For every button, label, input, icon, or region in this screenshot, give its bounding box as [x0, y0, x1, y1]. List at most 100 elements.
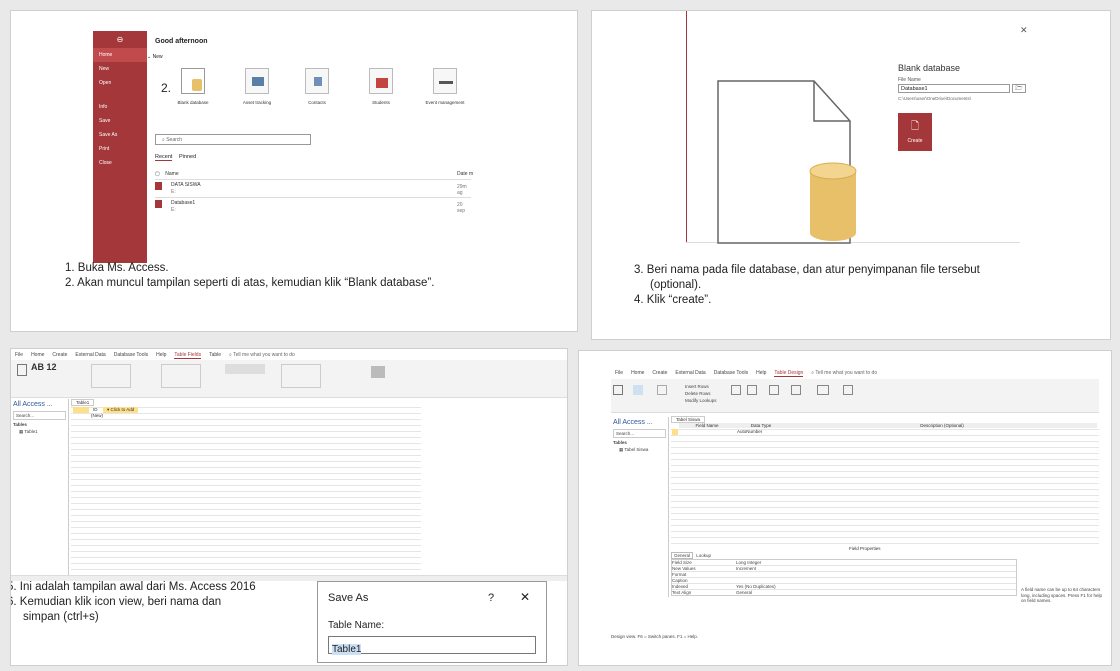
- table-name-label: Table Name:: [328, 620, 385, 631]
- template-event-management[interactable]: Event management: [419, 68, 471, 105]
- file-row[interactable]: Database1 E: 20 sep: [155, 200, 471, 214]
- template-students[interactable]: Students: [357, 68, 405, 105]
- menu-home[interactable]: Home: [631, 370, 644, 377]
- panel-blank-database: ✕ Blank database File Name Database1 🗁 C…: [591, 10, 1111, 340]
- divider: [155, 197, 471, 198]
- menu-external-data[interactable]: External Data: [675, 370, 705, 377]
- panel-open-access: ⊖ Home New Open Info Save Save As Print …: [10, 10, 578, 332]
- menu-bar: File Home Create External Data Database …: [15, 352, 295, 359]
- menu-create[interactable]: Create: [652, 370, 667, 377]
- relationships-icon[interactable]: [817, 385, 829, 395]
- menu-help[interactable]: Help: [756, 370, 766, 377]
- recent-tab[interactable]: Recent: [155, 154, 173, 161]
- rail-home[interactable]: Home: [93, 48, 147, 62]
- rail-open[interactable]: Open: [93, 76, 147, 90]
- panel-table-design: File Home Create External Data Database …: [578, 350, 1112, 666]
- menu-external-data[interactable]: External Data: [75, 352, 105, 359]
- nav-group-tables[interactable]: Tables: [11, 421, 68, 428]
- dialog-title: Blank database: [898, 63, 961, 73]
- access-file-icon: [155, 182, 162, 190]
- rail-save[interactable]: Save: [93, 114, 147, 128]
- nav-title[interactable]: All Access ...: [611, 417, 668, 428]
- rename-macro-icon[interactable]: [791, 385, 801, 395]
- view-icon[interactable]: [17, 364, 27, 376]
- instructions-5-6: 5. Ini adalah tampilan awal dari Ms. Acc…: [10, 581, 256, 623]
- file-list-header: ▢ Name: [155, 171, 179, 177]
- nav-search[interactable]: Search...: [613, 429, 666, 438]
- menu-file[interactable]: File: [15, 352, 23, 359]
- add-fields-group: [91, 364, 131, 388]
- new-record-cell[interactable]: (New): [91, 413, 103, 418]
- view-icon[interactable]: [613, 385, 623, 395]
- builder-icon[interactable]: [657, 385, 667, 395]
- property-row[interactable]: Text Align General: [672, 590, 1016, 595]
- help-button[interactable]: ?: [488, 592, 494, 604]
- file-name-label: File Name: [898, 77, 921, 83]
- menu-table[interactable]: Table: [209, 352, 221, 359]
- nav-title[interactable]: All Access ...: [11, 399, 68, 410]
- menu-home[interactable]: Home: [31, 352, 44, 359]
- table-name-input[interactable]: Table1: [328, 636, 536, 655]
- menu-bar: File Home Create External Data Database …: [615, 370, 877, 377]
- tab-general[interactable]: General: [671, 552, 694, 559]
- pinned-tab[interactable]: Pinned: [179, 154, 196, 160]
- search-input[interactable]: ⌕ Search: [155, 134, 311, 145]
- template-asset-tracking[interactable]: Asset tracking: [233, 68, 281, 105]
- column-data-type: Data Type: [735, 423, 787, 428]
- close-button[interactable]: ✕: [520, 590, 530, 604]
- object-dependencies-icon[interactable]: [843, 385, 853, 395]
- menu-database-tools[interactable]: Database Tools: [714, 370, 748, 377]
- row-commands[interactable]: Insert Rows Delete Rows Modify Lookups: [685, 383, 717, 404]
- backstage-rail: ⊖ Home New Open Info Save Save As Print …: [93, 31, 147, 263]
- dialog-title: Save As: [328, 592, 369, 604]
- ribbon: AB 12: [11, 360, 567, 398]
- column-id[interactable]: ID: [93, 407, 98, 412]
- browse-folder-button[interactable]: 🗁: [1012, 84, 1026, 93]
- file-row[interactable]: DATA SISWA E: 29m ag: [155, 182, 471, 196]
- template-blank-database[interactable]: Blank database: [169, 68, 217, 105]
- data-macros-icon[interactable]: [769, 385, 779, 395]
- field-name-hint: A field name can be up to 64 characters …: [1021, 587, 1103, 603]
- primary-key-row-selector[interactable]: [672, 429, 678, 435]
- short-text-icon[interactable]: AB 12: [31, 362, 57, 372]
- datasheet-grid[interactable]: [71, 407, 421, 575]
- property-sheet-icon[interactable]: [731, 385, 741, 395]
- nav-item-table1[interactable]: ▦ Table1: [11, 428, 68, 436]
- nav-item-tabel-siswa[interactable]: ▦ Tabel Siswa: [611, 446, 668, 454]
- file-name-input[interactable]: Database1: [898, 84, 1010, 93]
- tab-tabel-siswa[interactable]: Tabel Siswa: [671, 416, 706, 423]
- rail-info[interactable]: Info: [93, 100, 147, 114]
- nav-group-tables[interactable]: Tables: [611, 439, 668, 446]
- close-icon[interactable]: ✕: [1020, 25, 1028, 36]
- design-grid[interactable]: [671, 429, 1099, 547]
- panel-table-datasheet: File Home Create External Data Database …: [10, 348, 568, 666]
- tab-lookup[interactable]: Lookup: [694, 553, 713, 558]
- menu-table-design[interactable]: Table Design: [774, 370, 804, 377]
- nav-search[interactable]: Search...: [13, 411, 66, 420]
- first-data-type-cell[interactable]: AutoNumber: [737, 429, 762, 434]
- validation-icon[interactable]: [371, 366, 385, 378]
- menu-table-fields[interactable]: Table Fields: [174, 352, 202, 359]
- back-arrow-icon[interactable]: ⊖: [93, 31, 147, 48]
- indexes-icon[interactable]: [747, 385, 757, 395]
- column-click-to-add[interactable]: ▾ Click to Add: [103, 407, 139, 413]
- rail-save-as[interactable]: Save As: [93, 128, 147, 142]
- menu-file[interactable]: File: [615, 370, 623, 377]
- create-button[interactable]: 🗋 Create: [898, 113, 932, 151]
- row-selector[interactable]: [73, 407, 89, 413]
- menu-database-tools[interactable]: Database Tools: [114, 352, 148, 359]
- menu-help[interactable]: Help: [156, 352, 166, 359]
- primary-key-icon[interactable]: [633, 385, 643, 395]
- rail-new[interactable]: New: [93, 62, 147, 76]
- rail-print[interactable]: Print: [93, 142, 147, 156]
- tell-me-box[interactable]: ⌕ Tell me what you want to do: [811, 370, 877, 377]
- data-type-box[interactable]: [225, 364, 265, 374]
- tab-table1[interactable]: Table1: [71, 399, 95, 406]
- template-contacts[interactable]: Contacts: [293, 68, 341, 105]
- menu-create[interactable]: Create: [52, 352, 67, 359]
- status-bar: Design view. F6 = Switch panes. F1 = Hel…: [611, 634, 699, 639]
- instructions-1-2: 1. Buka Ms. Access. 2. Akan muncul tampi…: [65, 262, 435, 289]
- rail-close[interactable]: Close: [93, 156, 147, 170]
- tell-me-box[interactable]: ⌕ Tell me what you want to do: [229, 352, 295, 359]
- column-description: Description (Optional): [787, 423, 1097, 428]
